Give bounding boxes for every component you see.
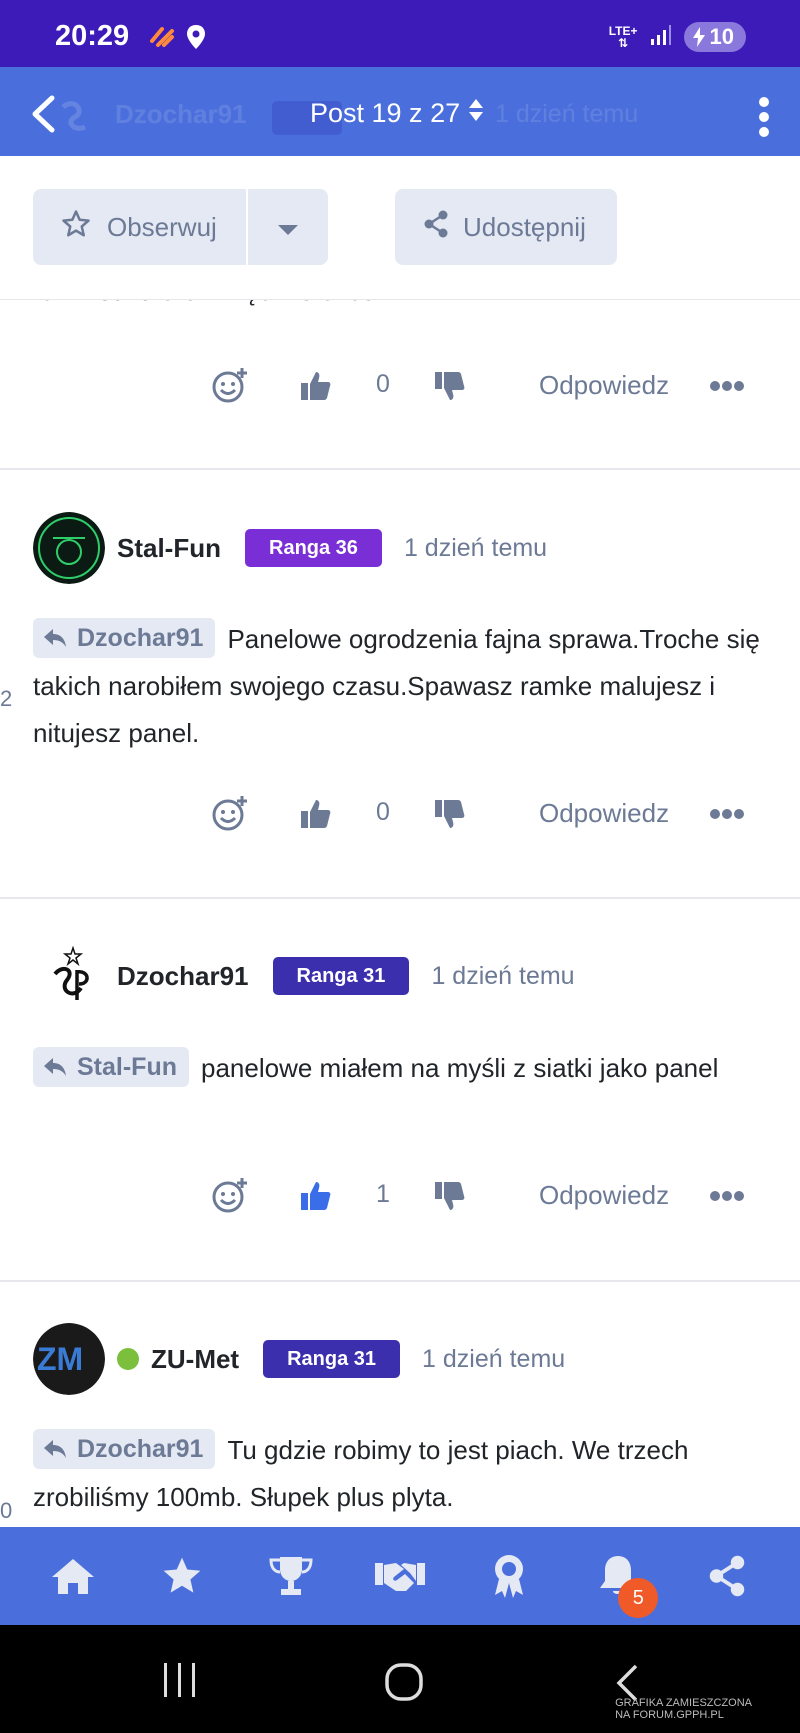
reply-arrow-icon (44, 1058, 66, 1077)
edge-number: 2 (0, 686, 13, 711)
star-icon[interactable] (152, 1546, 212, 1606)
follow-options-button[interactable] (248, 189, 328, 265)
recent-apps-icon[interactable] (162, 1663, 198, 1702)
username[interactable]: Stal-Fun (117, 533, 221, 564)
bottom-navigation: 5 (0, 1527, 800, 1625)
thumbs-up-icon-active[interactable] (300, 1180, 332, 1212)
post-divider (0, 468, 800, 470)
avatar[interactable] (33, 512, 105, 584)
thumbs-down-icon[interactable] (434, 798, 466, 830)
network-indicator: LTE+ ⇅ (608, 24, 638, 50)
vote-count: 0 (376, 798, 390, 826)
reply-button[interactable]: Odpowiedz (539, 370, 669, 401)
reply-arrow-icon (44, 1440, 66, 1459)
add-reaction-icon[interactable] (212, 366, 250, 404)
post-text: panelowe miałem na myśli z siatki jako p… (201, 1053, 719, 1083)
ghost-username: Dzochar91 (115, 99, 247, 129)
bell-icon[interactable]: 5 (588, 1546, 659, 1618)
thumbs-up-icon[interactable] (300, 370, 332, 402)
follow-group: Obserwuj (33, 189, 328, 265)
thumbs-down-icon[interactable] (434, 1180, 466, 1212)
status-bar: 20:29 LTE+ ⇅ 10 (0, 0, 800, 67)
topic-actions: Obserwuj Udostępnij (0, 156, 800, 300)
avatar[interactable] (33, 940, 105, 1012)
post-header: Stal-Fun Ranga 36 1 dzień temu (33, 512, 547, 584)
reply-mention[interactable]: Dzochar91 (33, 618, 216, 659)
share-icon[interactable] (697, 1546, 757, 1606)
home-icon[interactable] (43, 1546, 103, 1606)
share-button[interactable]: Udostępnij (395, 189, 617, 265)
caret-down-icon (277, 212, 299, 243)
post-position: Post 19 z 27 (310, 98, 461, 128)
handshake-icon[interactable] (370, 1546, 430, 1606)
rank-badge: Ranga 31 (263, 1340, 401, 1378)
post-header: Dzochar91 Ranga 31 1 dzień temu (33, 940, 575, 1012)
award-icon[interactable] (479, 1546, 539, 1606)
back-arrow-icon[interactable] (30, 95, 56, 138)
app-notification-icon (148, 25, 176, 54)
thumbs-down-icon[interactable] (434, 370, 466, 402)
signal-icon (650, 24, 672, 51)
follow-label: Obserwuj (107, 211, 217, 242)
post-time[interactable]: 1 dzień temu (422, 1345, 565, 1374)
vote-count: 0 (376, 370, 390, 398)
post-time[interactable]: 1 dzień temu (404, 534, 547, 563)
reply-button[interactable]: Odpowiedz (539, 1180, 669, 1211)
star-outline-icon (61, 209, 91, 246)
topic-header: Dzochar91 1 dzień temu Post 19 z 27 (0, 67, 800, 156)
trophy-icon[interactable] (261, 1546, 321, 1606)
reaction-bar: 0 Odpowiedz (0, 368, 800, 410)
reply-mention[interactable]: Dzochar91 (33, 1429, 216, 1470)
post-divider (0, 897, 800, 899)
ghost-time: 1 dzień temu (495, 100, 639, 128)
add-reaction-icon[interactable] (212, 1176, 250, 1214)
reply-button[interactable]: Odpowiedz (539, 798, 669, 829)
reaction-bar: 1 Odpowiedz (0, 1178, 800, 1220)
post-body: Dzochar91 Panelowe ogrodzenia fajna spra… (33, 616, 773, 757)
post-time[interactable]: 1 dzień temu (431, 962, 574, 991)
ghost-avatar (55, 87, 99, 142)
post-body: Dzochar91 Tu gdzie robimy to jest piach.… (33, 1427, 773, 1521)
location-icon (186, 24, 206, 55)
add-reaction-icon[interactable] (212, 794, 250, 832)
watermark: GRAFIKA ZAMIESZCZONA NA FORUM.GPPH.PL (615, 1697, 752, 1721)
battery-indicator: 10 (683, 22, 746, 52)
rank-badge: Ranga 36 (245, 529, 382, 567)
avatar[interactable]: ZM (33, 1323, 105, 1395)
online-status-icon (117, 1348, 139, 1370)
reaction-bar: 0 Odpowiedz (0, 796, 800, 838)
reply-mention[interactable]: Stal-Fun (33, 1047, 189, 1088)
edge-number: 0 (0, 1498, 13, 1523)
more-horizontal-icon[interactable] (710, 380, 744, 392)
share-icon (423, 210, 449, 245)
sort-updown-icon (468, 97, 484, 130)
more-horizontal-icon[interactable] (710, 1190, 744, 1202)
clock: 20:29 (55, 20, 130, 52)
thumbs-up-icon[interactable] (300, 798, 332, 830)
reply-arrow-icon (44, 629, 66, 648)
charging-icon (692, 27, 705, 47)
svg-text:ZM: ZM (37, 1341, 83, 1377)
more-horizontal-icon[interactable] (710, 808, 744, 820)
share-label: Udostępnij (463, 211, 586, 242)
post-divider (0, 1280, 800, 1282)
rank-badge: Ranga 31 (272, 957, 410, 995)
username[interactable]: Dzochar91 (117, 961, 249, 992)
notification-badge: 5 (618, 1578, 659, 1618)
post-navigator[interactable]: Post 19 z 27 (310, 97, 484, 130)
home-button-icon[interactable] (384, 1663, 424, 1708)
post-header: ZM ZU-Met Ranga 31 1 dzień temu (33, 1323, 565, 1395)
post-body: Stal-Fun panelowe miałem na myśli z siat… (33, 1045, 773, 1092)
more-vertical-icon[interactable] (758, 97, 770, 142)
vote-count: 1 (376, 1180, 390, 1208)
username[interactable]: ZU-Met (151, 1344, 239, 1375)
follow-button[interactable]: Obserwuj (33, 189, 246, 265)
